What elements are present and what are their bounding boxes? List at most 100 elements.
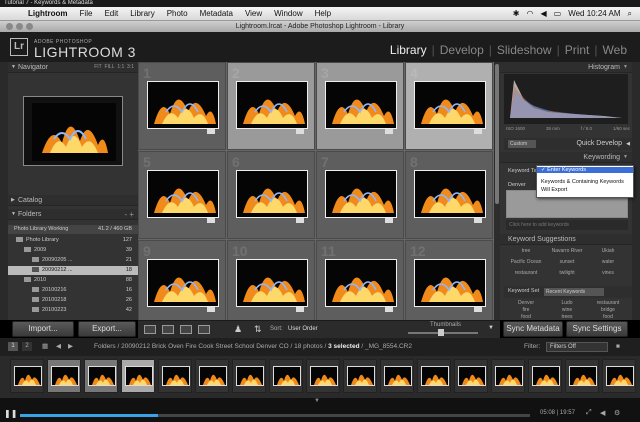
menu-view[interactable]: View [245, 7, 262, 21]
keyword-badge-icon[interactable] [207, 218, 215, 223]
spotlight-icon[interactable]: ⌕ [628, 7, 632, 21]
grid-cell[interactable]: 5 [138, 151, 226, 239]
keywording-header[interactable]: Keywording ▼ [500, 152, 632, 163]
photo-thumbnail[interactable] [147, 170, 219, 218]
dropdown-option-enter-keywords[interactable]: ✓ Enter Keywords [537, 167, 633, 173]
tree-item[interactable]: 2010 88 [8, 276, 138, 285]
grid-cell[interactable]: 7 [316, 151, 404, 239]
keyword-chip[interactable]: food [588, 314, 628, 320]
photo-thumbnail[interactable] [414, 81, 486, 129]
photo-thumbnail[interactable] [236, 259, 308, 307]
filmstrip-thumbnail[interactable] [195, 359, 229, 393]
photo-thumbnail[interactable] [414, 259, 486, 307]
filmstrip-toggle-icon[interactable]: ▼ [314, 398, 320, 404]
grid-cell[interactable]: 1 [138, 62, 226, 150]
zoom-fill[interactable]: FILL [105, 64, 115, 70]
clock[interactable]: Wed 10:24 AM [568, 7, 620, 21]
module-print[interactable]: Print [560, 43, 595, 57]
sync-metadata-button[interactable]: Sync Metadata [503, 321, 563, 337]
filmstrip-thumbnail[interactable] [10, 359, 44, 393]
keyword-chip[interactable]: restaurant [588, 300, 628, 306]
keyword-chip[interactable]: trees [547, 314, 587, 320]
photo-thumbnail[interactable] [325, 81, 397, 129]
keyword-badge-icon[interactable] [474, 129, 482, 134]
sort-direction-icon[interactable]: ⇅ [254, 324, 262, 335]
grid-cell[interactable]: 8 [405, 151, 493, 239]
menu-edit[interactable]: Edit [104, 7, 118, 21]
painter-icon[interactable]: ♟ [234, 324, 242, 335]
compare-view-icon[interactable] [180, 325, 192, 334]
photo-thumbnail[interactable] [325, 259, 397, 307]
minimize-button[interactable] [16, 23, 23, 30]
filmstrip-thumbnail[interactable] [454, 359, 488, 393]
keyword-chip[interactable]: Ukiah [588, 248, 628, 254]
filmstrip-thumbnail[interactable] [84, 359, 118, 393]
add-keywords-input[interactable]: Click here to add keywords [506, 220, 628, 230]
grid-cell[interactable]: 3 [316, 62, 404, 150]
grid-cell[interactable]: 9 [138, 240, 226, 328]
keyword-chip[interactable]: water [588, 259, 628, 265]
tree-item[interactable]: 2009 39 [8, 246, 138, 255]
filmstrip-thumbnail[interactable] [528, 359, 562, 393]
filmstrip-thumbnail[interactable] [380, 359, 414, 393]
sort-select[interactable]: User Order [288, 326, 318, 332]
grid-cell[interactable]: 6 [227, 151, 315, 239]
page-2-button[interactable]: 2 [22, 342, 32, 351]
module-library[interactable]: Library [385, 43, 432, 57]
keyword-chip[interactable]: Pacific Ocean [506, 259, 546, 265]
folders-header[interactable]: ▼ Folders - + [8, 209, 138, 220]
menu-help[interactable]: Help [315, 7, 331, 21]
volume-icon[interactable]: ◀ [540, 7, 546, 21]
keyword-chip[interactable]: Ludo [547, 300, 587, 306]
keyword-badge-icon[interactable] [385, 307, 393, 312]
import-button[interactable]: Import... [12, 321, 74, 337]
menu-lightroom[interactable]: Lightroom [28, 7, 68, 21]
quick-develop-header[interactable]: Custom Quick Develop ◀ [504, 138, 632, 150]
module-slideshow[interactable]: Slideshow [492, 43, 557, 57]
zoom-button[interactable] [26, 23, 33, 30]
photo-thumbnail[interactable] [414, 170, 486, 218]
settings-icon[interactable]: ⚙ [614, 409, 620, 417]
tree-item[interactable]: 20090205 ... 21 [8, 256, 138, 265]
filmstrip-thumbnail[interactable] [306, 359, 340, 393]
photo-thumbnail[interactable] [236, 170, 308, 218]
keyword-badge-icon[interactable] [296, 218, 304, 223]
keyword-badge-icon[interactable] [474, 307, 482, 312]
filmstrip-thumbnail[interactable] [121, 359, 155, 393]
video-progress[interactable] [20, 414, 530, 417]
pause-icon[interactable]: ❚❚ [4, 409, 17, 418]
wifi-icon[interactable]: ◠ [526, 7, 533, 21]
keyword-badge-icon[interactable] [296, 307, 304, 312]
close-button[interactable] [6, 23, 13, 30]
filter-select[interactable]: Filters Off [546, 342, 608, 352]
left-panel-toggle[interactable] [0, 62, 8, 320]
filmstrip-thumbnail[interactable] [232, 359, 266, 393]
keyword-chip[interactable]: Denver [506, 300, 546, 306]
keyword-badge-icon[interactable] [296, 129, 304, 134]
keyword-chip[interactable]: Navarro River [547, 248, 587, 254]
zoom-3-1[interactable]: 3:1 [127, 64, 134, 70]
keyword-chip[interactable]: tree [506, 248, 546, 254]
menu-metadata[interactable]: Metadata [200, 7, 233, 21]
photo-thumbnail[interactable] [325, 170, 397, 218]
tree-item-selected[interactable]: 20090212 ... 18 [8, 266, 138, 275]
grid-mode-icon[interactable]: ▦ [42, 338, 48, 356]
photo-thumbnail[interactable] [147, 81, 219, 129]
histogram-header[interactable]: Histogram ▼ [500, 62, 632, 73]
grid-cell[interactable]: 12 [405, 240, 493, 328]
module-develop[interactable]: Develop [435, 43, 489, 57]
keyword-chip[interactable]: bridge [588, 307, 628, 313]
navigator-header[interactable]: ▼ Navigator FIT FILL 1:1 3:1 [8, 62, 138, 73]
battery-icon[interactable]: ▭ [554, 7, 562, 21]
keyword-chip[interactable]: food [506, 314, 546, 320]
volume-control-icon[interactable]: ◀ [600, 409, 605, 417]
keyword-chip[interactable]: wine [547, 307, 587, 313]
toolbar-menu-icon[interactable]: ▼ [488, 325, 494, 331]
photo-thumbnail[interactable] [236, 81, 308, 129]
preset-select[interactable]: Custom [508, 140, 536, 148]
menu-file[interactable]: File [80, 7, 93, 21]
navigator-preview[interactable] [23, 96, 123, 166]
loupe-view-icon[interactable] [162, 325, 174, 334]
fullscreen-icon[interactable]: ⤢ [586, 409, 592, 417]
zoom-1-1[interactable]: 1:1 [117, 64, 124, 70]
